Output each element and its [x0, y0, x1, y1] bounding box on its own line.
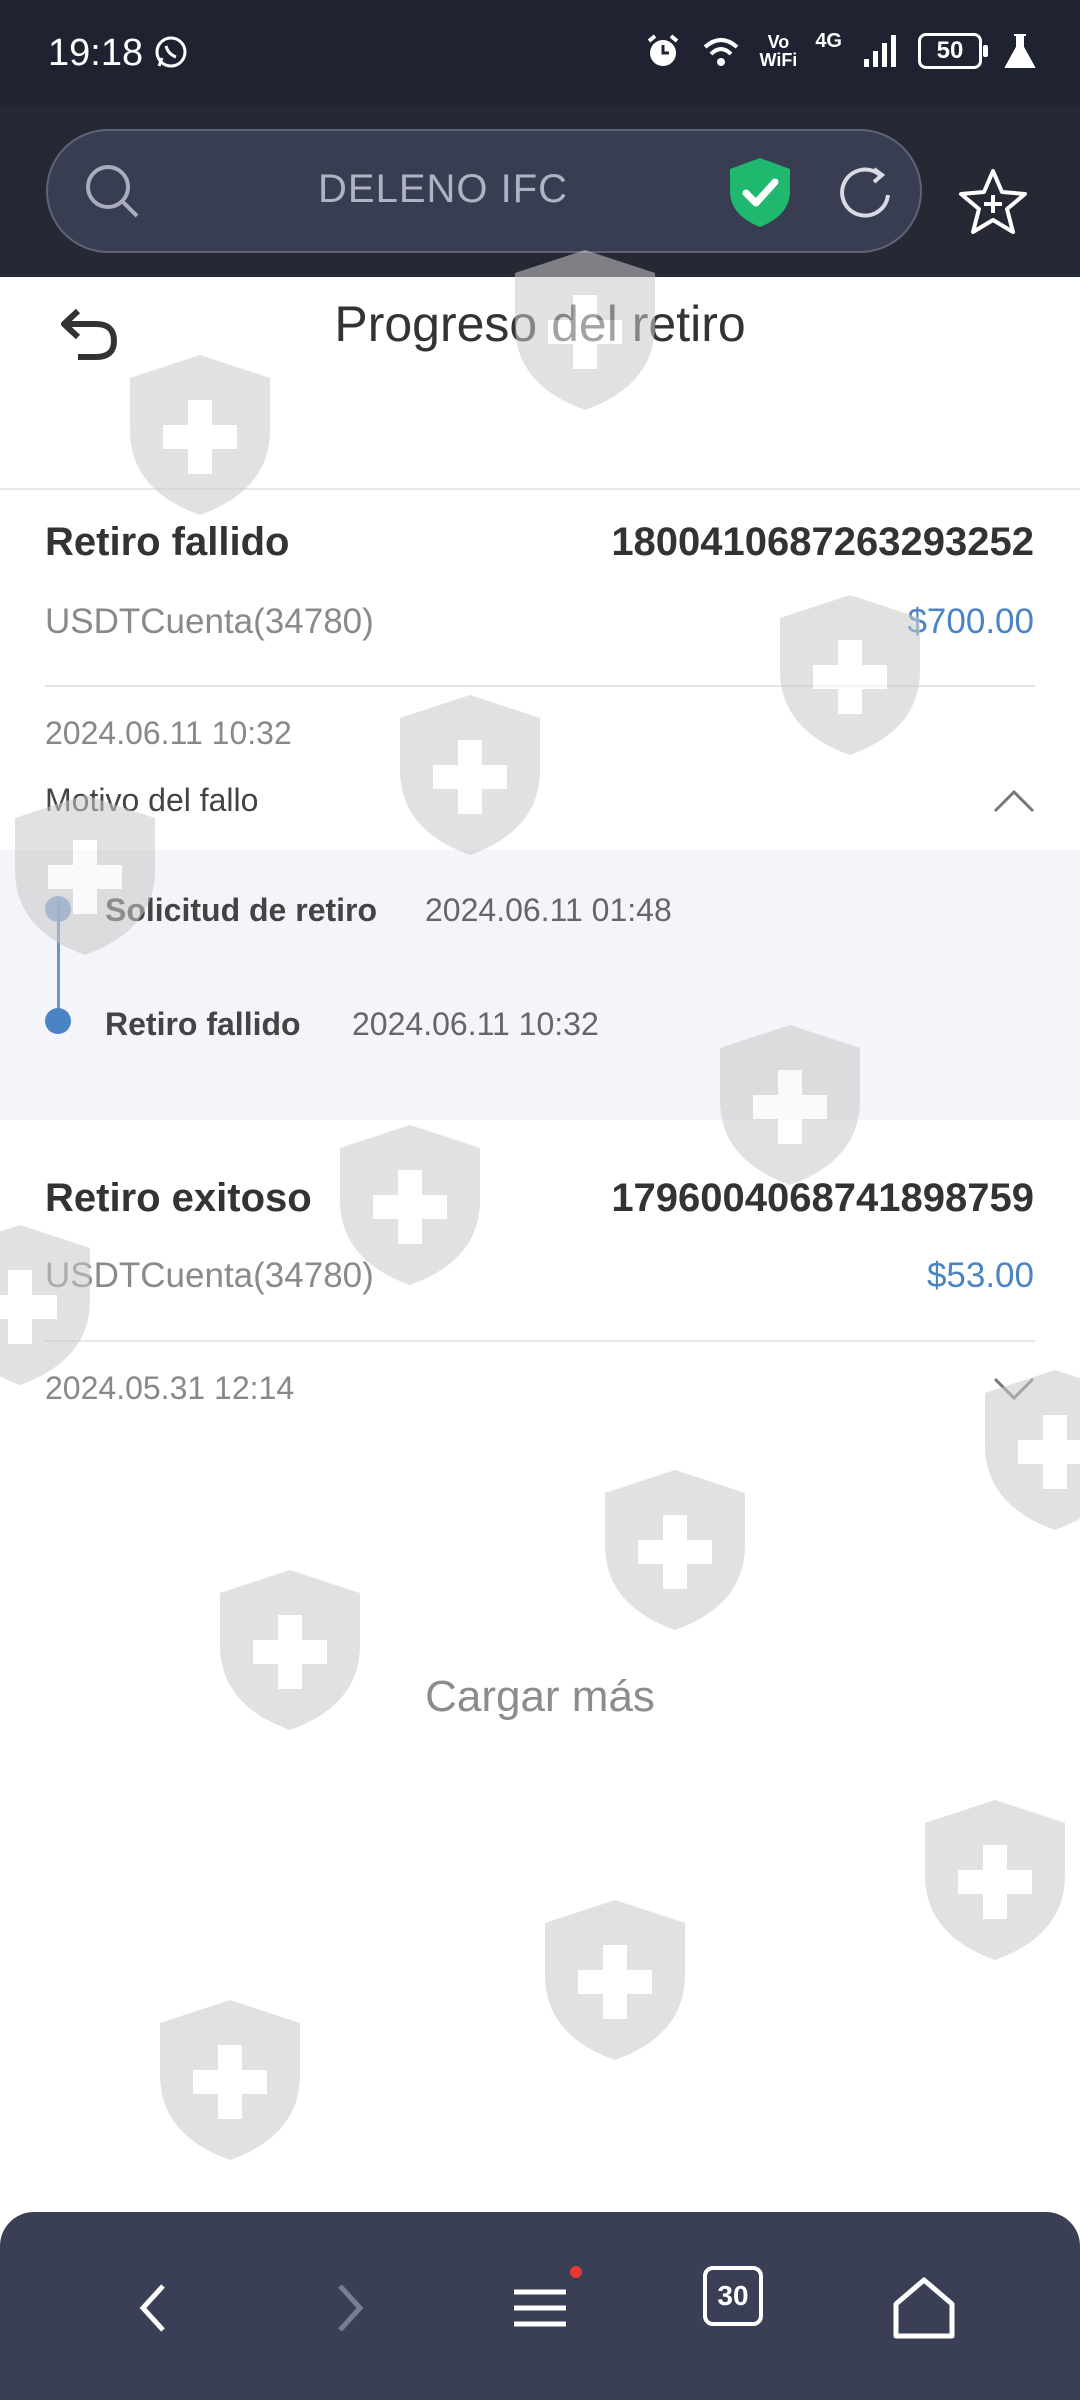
watermark-shield-icon	[545, 1900, 685, 2060]
search-icon[interactable]	[82, 161, 142, 221]
wifi-icon	[704, 38, 739, 66]
menu-icon[interactable]	[500, 2268, 580, 2348]
record-id: 1796004068741898759	[611, 1176, 1034, 1220]
battery-indicator: 50	[918, 33, 988, 69]
whatsapp-icon	[155, 36, 187, 68]
watermark-shield-icon	[925, 1800, 1065, 1960]
nav-forward-icon[interactable]	[308, 2268, 388, 2348]
watermark-shield-icon	[605, 1470, 745, 1630]
timeline-dot	[45, 1008, 71, 1034]
record-amount: $53.00	[926, 1256, 1034, 1295]
timeline-line	[57, 900, 60, 1018]
record-status: Retiro exitoso	[45, 1176, 312, 1220]
alarm-icon	[648, 34, 679, 66]
load-more-button[interactable]: Cargar más	[0, 1672, 1080, 1722]
tabs-button[interactable]: 30	[703, 2266, 763, 2326]
record-date: 2024.05.31 12:14	[45, 1370, 295, 1406]
record-id: 1800410687263293252	[611, 520, 1034, 564]
url-text[interactable]: DELENO IFC	[318, 167, 568, 212]
page-header: Progreso del retiro	[0, 277, 1080, 489]
record-date: 2024.06.11 10:32	[45, 715, 292, 751]
timeline-time: 2024.06.11 10:32	[352, 1006, 599, 1042]
record-account: USDTCuenta(34780)	[45, 602, 374, 641]
status-time: 19:18	[48, 32, 144, 74]
bottom-nav-bar	[0, 2212, 1080, 2400]
nav-back-icon[interactable]	[115, 2268, 195, 2348]
signal-icon	[864, 35, 896, 67]
watermark-shield-icon	[160, 2000, 300, 2160]
chevron-up-icon[interactable]	[992, 788, 1036, 814]
record-status: Retiro fallido	[45, 520, 290, 564]
failure-reason-label[interactable]: Motivo del fallo	[45, 782, 258, 819]
browser-toolbar: DELENO IFC	[0, 105, 1080, 277]
withdrawal-timeline: Solicitud de retiro 2024.06.11 01:48 Ret…	[0, 850, 1080, 1120]
withdrawal-card-success: Retiro exitoso 1796004068741898759 USDTC…	[0, 1120, 1080, 1420]
timeline-label: Solicitud de retiro	[105, 892, 378, 928]
page-title: Progreso del retiro	[334, 296, 746, 352]
shield-check-icon[interactable]	[724, 155, 796, 229]
address-bar[interactable]: DELENO IFC	[46, 129, 922, 253]
volte-indicator: Vo WiFi	[759, 32, 798, 70]
star-add-icon[interactable]	[958, 167, 1028, 237]
chevron-down-icon[interactable]	[992, 1376, 1036, 1402]
withdrawal-card-failed: Retiro fallido 1800410687263293252 USDTC…	[0, 490, 1080, 850]
network-type: 4G	[815, 29, 842, 52]
divider	[45, 1340, 1035, 1342]
flask-icon	[1004, 34, 1036, 68]
timeline-time: 2024.06.11 01:48	[425, 892, 672, 928]
notification-dot	[570, 2266, 582, 2278]
record-amount: $700.00	[907, 602, 1034, 641]
status-bar: 19:18 Vo WiFi 4G 50	[0, 0, 1080, 105]
reload-icon[interactable]	[834, 161, 898, 225]
home-icon[interactable]	[884, 2268, 964, 2348]
record-account: USDTCuenta(34780)	[45, 1256, 374, 1295]
timeline-label: Retiro fallido	[105, 1006, 301, 1042]
divider	[45, 685, 1035, 687]
